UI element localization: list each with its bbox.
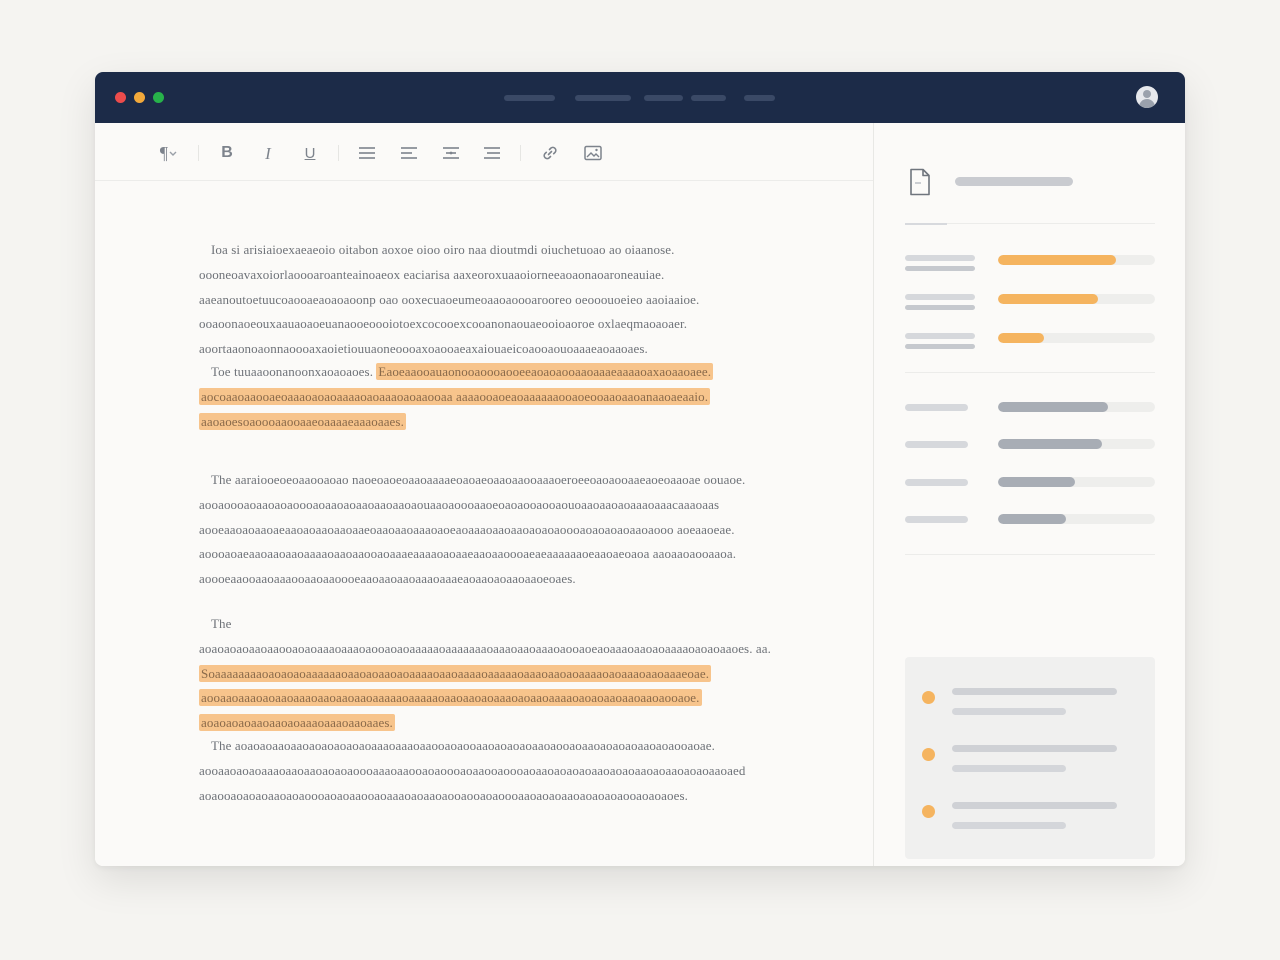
title-bar xyxy=(95,72,1185,123)
align-center-button[interactable] xyxy=(439,141,463,165)
neutral-metric-2 xyxy=(905,439,1155,459)
bold-icon: B xyxy=(221,144,233,161)
neutral-metric-1 xyxy=(905,402,1155,422)
toolbar-divider xyxy=(520,145,521,161)
paragraph-4: The aoaoaoaoaaoaaooaoaoaaaoaaaoaooaoaoaa… xyxy=(199,612,779,736)
paragraph-1: Ioa si arisiaioexaeaeoio oitabon aoxoe o… xyxy=(199,238,779,362)
title-tab-3[interactable] xyxy=(644,95,683,101)
title-tab-5[interactable] xyxy=(744,95,775,101)
insert-link-button[interactable] xyxy=(538,141,562,165)
paragraph-text: The aoaoaoaoaaoaaooaoaoaaaoaaaoaooaoaoaa… xyxy=(199,616,772,656)
app-window: ¶ B I U Ioa si arisiaioexaeaeoio oitabon… xyxy=(95,72,1185,866)
italic-icon: I xyxy=(265,143,271,163)
paragraph-text: The aaraiooeoeoaaooaoao naoeoaoeoaaoaaaa… xyxy=(199,472,746,587)
window-minimize-button[interactable] xyxy=(134,92,145,103)
paragraph-3: The aaraiooeoeoaaooaoao naoeoaoeoaaoaaaa… xyxy=(199,468,779,592)
comment-item[interactable] xyxy=(905,744,1155,774)
comment-marker-icon xyxy=(922,805,935,818)
underline-button[interactable]: U xyxy=(298,141,322,165)
insert-image-button[interactable] xyxy=(581,141,605,165)
progress-fill xyxy=(998,294,1099,304)
neutral-metric-3 xyxy=(905,477,1155,497)
editor-pane: ¶ B I U Ioa si arisiaioexaeaeoio oitabon… xyxy=(95,123,873,866)
progress-fill xyxy=(998,439,1102,449)
document-title xyxy=(955,177,1073,186)
paragraph-text: Toe tuuaaoonanoonxaoaoaoes. xyxy=(211,364,377,379)
progress-fill xyxy=(998,333,1044,343)
align-left-2-button[interactable] xyxy=(397,141,421,165)
align-left-icon xyxy=(359,147,375,159)
formatting-toolbar: ¶ B I U xyxy=(95,123,873,181)
sidebar-divider xyxy=(905,372,1155,373)
neutral-metric-4 xyxy=(905,514,1155,534)
paragraph-2: Toe tuuaaoonanoonxaoaoaoes. Eaoeaaooauao… xyxy=(199,360,779,434)
chevron-down-icon xyxy=(169,151,177,156)
progress-fill xyxy=(998,402,1108,412)
progress-fill xyxy=(998,255,1116,265)
align-justify-button[interactable] xyxy=(480,141,504,165)
progress-metric-3 xyxy=(905,333,1155,353)
toolbar-divider xyxy=(338,145,339,161)
comment-marker-icon xyxy=(922,691,935,704)
paragraph-style-icon: ¶ xyxy=(159,143,169,163)
paragraph-5: The aoaoaoaaoaaoaoaoaoaoaoaaaoaaaoaaooao… xyxy=(199,734,779,808)
paragraph-text: Ioa si arisiaioexaeaeoio oitabon aoxoe o… xyxy=(199,242,700,357)
comments-panel xyxy=(905,657,1155,859)
underline-icon: U xyxy=(304,144,316,162)
progress-fill xyxy=(998,477,1075,487)
bold-button[interactable]: B xyxy=(215,141,239,165)
sidebar-divider xyxy=(905,554,1155,555)
comment-item[interactable] xyxy=(905,687,1155,717)
align-left-button[interactable] xyxy=(355,141,379,165)
document-icon xyxy=(910,168,930,196)
title-tab-1[interactable] xyxy=(504,95,555,101)
paragraph-style-dropdown[interactable]: ¶ xyxy=(152,141,186,165)
comment-marker-icon xyxy=(922,748,935,761)
paragraph-text: The aoaoaoaaoaaoaoaoaoaoaoaaaoaaaoaaooao… xyxy=(199,738,746,803)
image-icon xyxy=(584,145,602,161)
progress-fill xyxy=(998,514,1066,524)
progress-metric-2 xyxy=(905,294,1155,314)
title-tab-2[interactable] xyxy=(575,95,631,101)
title-tab-4[interactable] xyxy=(691,95,726,101)
align-justify-icon xyxy=(484,147,500,159)
window-close-button[interactable] xyxy=(115,92,126,103)
italic-button[interactable]: I xyxy=(256,141,280,165)
user-avatar-icon[interactable] xyxy=(1136,86,1158,108)
sidebar-divider xyxy=(905,223,1155,225)
toolbar-divider xyxy=(198,145,199,161)
comment-item[interactable] xyxy=(905,801,1155,831)
link-icon xyxy=(543,146,557,160)
align-center-icon xyxy=(443,147,459,159)
highlighted-text[interactable]: Soaaaaaaaaoaoaoaoaaaaaaoaaoaoaaoaoaaaaoa… xyxy=(199,664,712,732)
progress-metric-1 xyxy=(905,255,1155,275)
align-left-2-icon xyxy=(401,147,417,159)
document-sidebar xyxy=(873,123,1185,866)
window-maximize-button[interactable] xyxy=(153,92,164,103)
